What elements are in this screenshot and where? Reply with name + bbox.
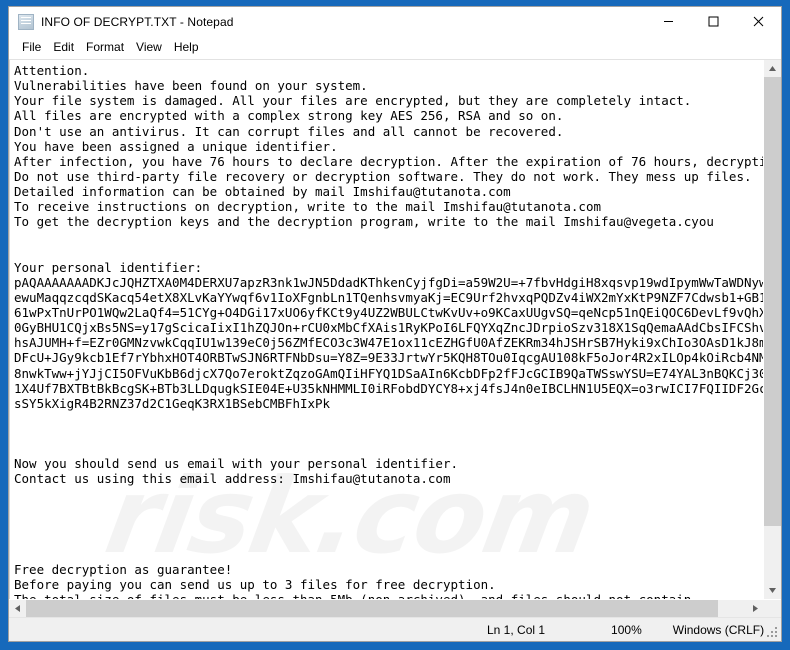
notepad-window: INFO OF DECRYPT.TXT - Notepad File Edit … (8, 6, 782, 642)
text-editor[interactable]: risk.com Attention. Vulnerabilities have… (9, 60, 763, 599)
horizontal-scroll-thumb[interactable] (26, 600, 719, 617)
scroll-right-arrow-icon (753, 605, 758, 612)
resize-grip-icon[interactable] (766, 626, 778, 638)
maximize-button[interactable] (691, 7, 736, 36)
scroll-up-arrow-icon (769, 66, 776, 71)
menu-item-view[interactable]: View (130, 38, 168, 57)
scroll-down-button[interactable] (764, 582, 781, 599)
horizontal-scrollbar[interactable] (9, 599, 781, 617)
menu-item-edit[interactable]: Edit (47, 38, 80, 57)
vertical-scroll-track[interactable] (764, 77, 781, 582)
close-button[interactable] (736, 7, 781, 36)
scroll-down-arrow-icon (769, 588, 776, 593)
cursor-position-indicator: Ln 1, Col 1 (487, 622, 546, 637)
scroll-up-button[interactable] (764, 60, 781, 77)
menu-item-help[interactable]: Help (168, 38, 205, 57)
menu-item-format[interactable]: Format (80, 38, 130, 57)
ransom-note-text[interactable]: Attention. Vulnerabilities have been fou… (10, 60, 763, 599)
scroll-left-button[interactable] (9, 600, 26, 617)
window-controls (646, 7, 781, 36)
editor-row: risk.com Attention. Vulnerabilities have… (9, 60, 781, 599)
notepad-document-icon (18, 13, 34, 30)
menu-bar: File Edit Format View Help (9, 36, 781, 59)
zoom-level-indicator[interactable]: 100% (611, 623, 642, 637)
vertical-scroll-thumb[interactable] (764, 77, 781, 527)
status-bar: Ln 1, Col 1 100% Windows (CRLF) UTF-8 (9, 617, 781, 641)
title-bar[interactable]: INFO OF DECRYPT.TXT - Notepad (9, 7, 781, 36)
close-icon (753, 16, 764, 27)
minimize-icon (664, 21, 673, 22)
scroll-left-arrow-icon (15, 605, 20, 612)
client-area: risk.com Attention. Vulnerabilities have… (9, 59, 781, 617)
window-title: INFO OF DECRYPT.TXT - Notepad (41, 14, 234, 29)
horizontal-scroll-track[interactable] (26, 600, 747, 617)
menu-item-file[interactable]: File (16, 38, 47, 57)
desktop-background: INFO OF DECRYPT.TXT - Notepad File Edit … (0, 0, 790, 650)
scrollbar-corner (764, 600, 781, 617)
minimize-button[interactable] (646, 7, 691, 36)
scroll-right-button[interactable] (747, 600, 764, 617)
maximize-icon (708, 16, 719, 27)
vertical-scrollbar[interactable] (763, 60, 781, 599)
line-endings-indicator: Windows (CRLF) (672, 622, 765, 637)
